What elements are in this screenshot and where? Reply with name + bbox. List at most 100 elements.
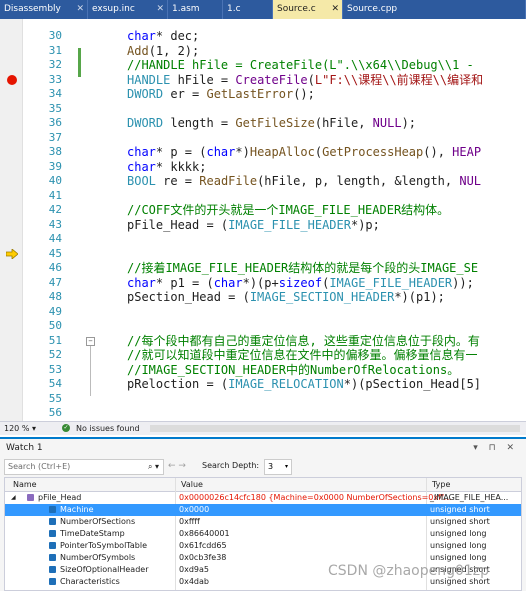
watch-name[interactable]: SizeOfOptionalHeader [60, 564, 149, 576]
code-line[interactable]: 44 [0, 232, 526, 247]
watch-name[interactable]: NumberOfSymbols [60, 552, 135, 564]
line-number: 56 [48, 406, 62, 419]
zoom-level[interactable]: 120 % ▾ [4, 422, 36, 435]
code-line[interactable]: 51 //每个段中都有自己的重定位信息, 这些重定位信息位于段内。有 [0, 334, 526, 349]
code-line[interactable]: 48 pSection_Head = (IMAGE_SECTION_HEADER*… [0, 290, 526, 305]
code-line[interactable]: 43 pFile_Head = (IMAGE_FILE_HEADER*)p; [0, 218, 526, 233]
close-icon[interactable]: ✕ [331, 0, 339, 19]
tab-disassembly[interactable]: Disassembly ✕ [0, 0, 88, 19]
column-name[interactable]: Name [13, 478, 37, 491]
code-line[interactable]: 40 BOOL re = ReadFile(hFile, p, length, &… [0, 174, 526, 189]
column-value[interactable]: Value [181, 478, 203, 491]
watch-name[interactable]: pFile_Head [38, 492, 81, 504]
collapse-icon[interactable]: − [86, 337, 95, 346]
code-line[interactable]: 42 //COFF文件的开头就是一个IMAGE_FILE_HEADER结构体。 [0, 203, 526, 218]
watch-name[interactable]: Characteristics [60, 576, 120, 588]
code-line[interactable]: 39 char* kkkk; [0, 160, 526, 175]
watch-row[interactable]: Machine 0x0000 unsigned short [5, 504, 521, 516]
watch-value[interactable]: 0xd9a5 [179, 564, 209, 576]
code-text[interactable]: //就可以知道段中重定位信息在文件中的偏移量。偏移量信息有一 [127, 348, 477, 363]
tab-source-c[interactable]: Source.c ✕ [273, 0, 343, 19]
watch-row[interactable]: ◢ pFile_Head 0x0000026c14cfc180 {Machine=0… [5, 492, 521, 504]
code-text[interactable]: char* kkkk; [127, 160, 206, 175]
watch-name[interactable]: Machine [60, 504, 94, 516]
code-line[interactable]: 35 [0, 102, 526, 117]
code-line[interactable]: 49 [0, 305, 526, 320]
column-type[interactable]: Type [432, 478, 450, 491]
code-text[interactable]: pSection_Head = (IMAGE_SECTION_HEADER*)(… [127, 290, 445, 305]
code-line[interactable]: 52 //就可以知道段中重定位信息在文件中的偏移量。偏移量信息有一 [0, 348, 526, 363]
code-text[interactable]: //COFF文件的开头就是一个IMAGE_FILE_HEADER结构体。 [127, 203, 449, 218]
horizontal-scrollbar[interactable] [150, 425, 520, 432]
code-text[interactable]: //接着IMAGE_FILE_HEADER结构体的就是每个段的头IMAGE_SE [127, 261, 478, 276]
field-icon [49, 542, 56, 549]
watch-name[interactable]: PointerToSymbolTable [60, 540, 147, 552]
code-line[interactable]: 53 //IMAGE_SECTION_HEADER中的NumberOfReloca… [0, 363, 526, 378]
watch-value[interactable]: 0x0000 [179, 504, 209, 516]
code-text[interactable]: DWORD er = GetLastError(); [127, 87, 315, 102]
line-number: 47 [48, 275, 62, 289]
line-number: 31 [48, 43, 62, 57]
code-line[interactable]: 41 [0, 189, 526, 204]
code-line[interactable]: 46 //接着IMAGE_FILE_HEADER结构体的就是每个段的头IMAGE_… [0, 261, 526, 276]
search-depth-select[interactable]: 3 ▾ [264, 459, 292, 475]
code-text[interactable]: DWORD length = GetFileSize(hFile, NULL); [127, 116, 416, 131]
line-number: 37 [48, 130, 62, 144]
code-text[interactable]: pFile_Head = (IMAGE_FILE_HEADER*)p; [127, 218, 380, 233]
code-line[interactable]: 30 char* dec; [0, 29, 526, 44]
watch-value[interactable]: 0x61fcdd65 [179, 540, 227, 552]
breakpoint-icon[interactable] [7, 75, 17, 85]
tab-source-cpp[interactable]: Source.cpp [343, 0, 526, 19]
code-line[interactable]: 38 char* p = (char*)HeapAlloc(GetProcessH… [0, 145, 526, 160]
line-number: 45 [48, 246, 62, 260]
code-text[interactable]: //HANDLE hFile = CreateFile(L".\\x64\\De… [127, 58, 474, 73]
code-line[interactable]: 55 [0, 392, 526, 407]
code-line[interactable]: 45 [0, 247, 526, 262]
expand-toggle-icon[interactable]: ◢ [11, 492, 16, 504]
tab-label: Disassembly [4, 4, 61, 14]
watch-row[interactable]: PointerToSymbolTable 0x61fcdd65 unsigned l… [5, 540, 521, 552]
code-text[interactable]: //IMAGE_SECTION_HEADER中的NumberOfRelocati… [127, 363, 459, 378]
watch-name[interactable]: NumberOfSections [60, 516, 135, 528]
code-text[interactable]: pReloction = (IMAGE_RELOCATION*)(pSectio… [127, 377, 481, 392]
code-line[interactable]: 50 [0, 319, 526, 334]
code-line[interactable]: 37 [0, 131, 526, 146]
tab-label: 1.c [227, 4, 241, 14]
line-number: 54 [48, 377, 62, 390]
code-text[interactable]: //每个段中都有自己的重定位信息, 这些重定位信息位于段内。有 [127, 334, 480, 349]
watch-value[interactable]: 0xffff [179, 516, 200, 528]
code-text[interactable]: char* p1 = (char*)(p+sizeof(IMAGE_FILE_H… [127, 276, 474, 291]
code-line[interactable]: 54 pReloction = (IMAGE_RELOCATION*)(pSect… [0, 377, 526, 392]
close-icon[interactable]: ✕ [156, 0, 164, 19]
close-icon[interactable]: ✕ [76, 0, 84, 19]
tab-1-asm[interactable]: 1.asm [168, 0, 223, 19]
window-controls[interactable]: ▾ ⊓ ✕ [473, 439, 518, 457]
watch-row[interactable]: NumberOfSections 0xffff unsigned short [5, 516, 521, 528]
watch-type: unsigned short [430, 517, 490, 526]
watch-value[interactable]: 0x4dab [179, 576, 209, 588]
search-nav-arrows-icon[interactable]: ← → [168, 461, 186, 471]
code-line[interactable]: 47 char* p1 = (char*)(p+sizeof(IMAGE_FILE… [0, 276, 526, 291]
search-icon[interactable]: ⌕ ▾ [148, 460, 159, 474]
watch-search-input[interactable]: Search (Ctrl+E) ⌕ ▾ [4, 459, 164, 475]
code-line[interactable]: 56 [0, 406, 526, 421]
tab-1-c[interactable]: 1.c [223, 0, 273, 19]
code-text[interactable]: char* dec; [127, 29, 199, 44]
code-text[interactable]: BOOL re = ReadFile(hFile, p, length, &le… [127, 174, 481, 189]
watch-title-bar: Watch 1 ▾ ⊓ ✕ [0, 439, 526, 457]
line-number: 49 [48, 304, 62, 318]
watch-value[interactable]: 0x0000026c14cfc180 {Machine=0x0000 Numbe… [179, 492, 451, 504]
code-text[interactable]: Add(1, 2); [127, 44, 199, 59]
code-editor[interactable]: 30 char* dec; 31 Add(1, 2); 32 //HANDLE hFile… [0, 19, 526, 421]
code-text[interactable]: HANDLE hFile = CreateFile(L"F:\\课程\\前课程\… [127, 73, 483, 88]
watch-value[interactable]: 0x0cb3fe38 [179, 552, 226, 564]
code-text[interactable]: char* p = (char*)HeapAlloc(GetProcessHea… [127, 145, 481, 160]
line-number: 32 [48, 58, 62, 71]
issues-status[interactable]: No issues found [76, 422, 140, 435]
watch-name[interactable]: TimeDateStamp [60, 528, 125, 540]
code-line[interactable]: 34 DWORD er = GetLastError(); [0, 87, 526, 102]
tab-exsup-inc[interactable]: exsup.inc ✕ [88, 0, 168, 19]
watch-row[interactable]: TimeDateStamp 0x86640001 unsigned long [5, 528, 521, 540]
code-line[interactable]: 36 DWORD length = GetFileSize(hFile, NULL… [0, 116, 526, 131]
watch-value[interactable]: 0x86640001 [179, 528, 230, 540]
